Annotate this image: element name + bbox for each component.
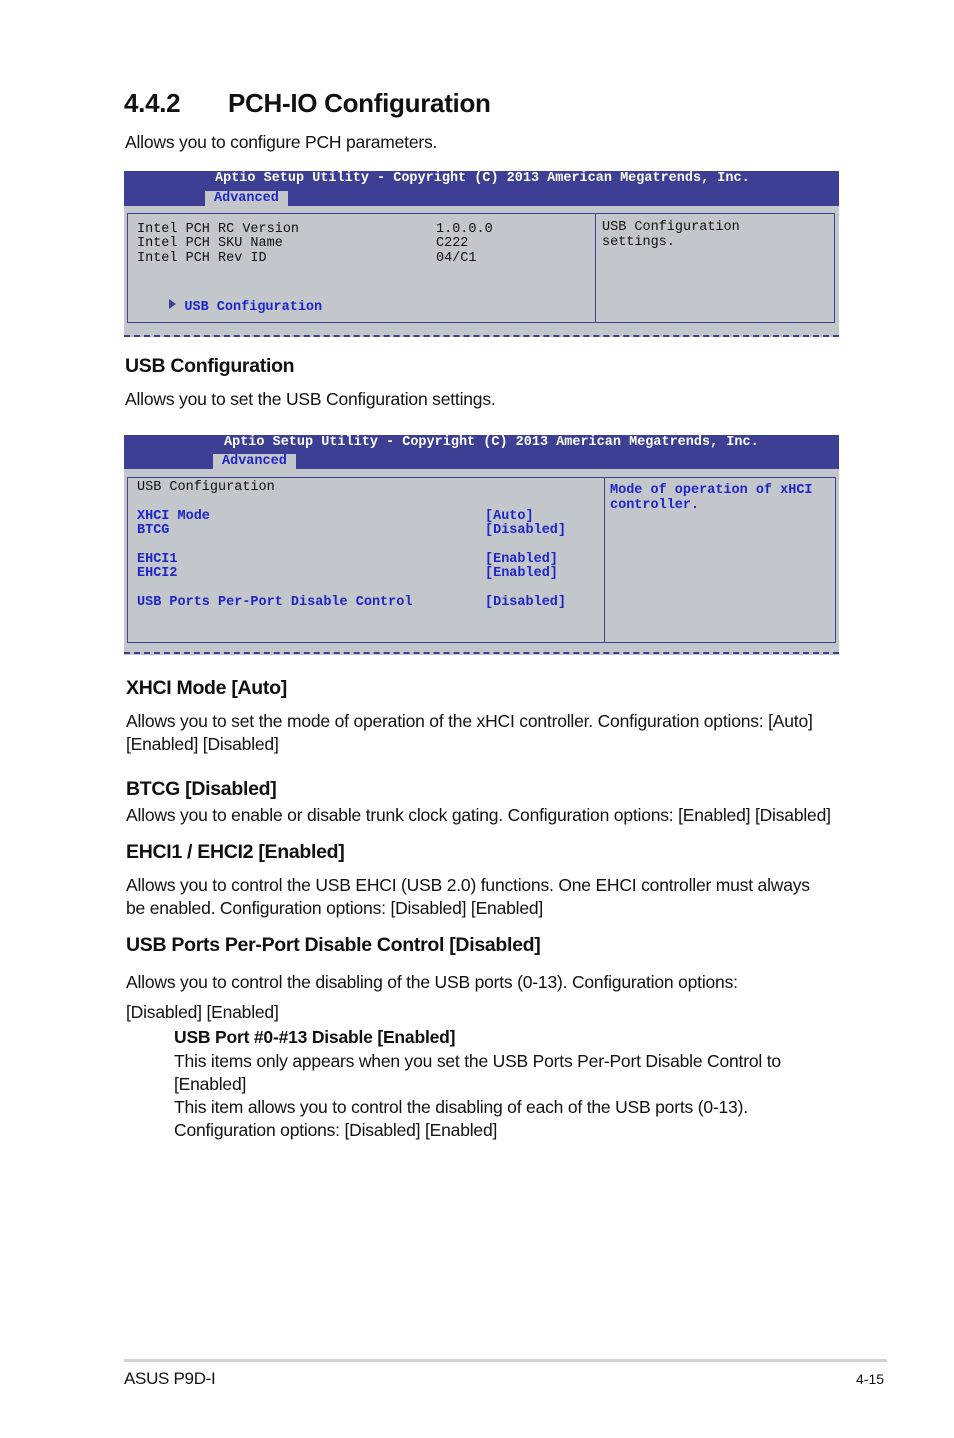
info-value: C222 xyxy=(436,236,469,251)
section-name: PCH-IO Configuration xyxy=(228,88,491,118)
usb-port-disable-heading: USB Port #0-#13 Disable [Enabled] xyxy=(174,1027,456,1047)
xhci-mode-heading: XHCI Mode [Auto] xyxy=(126,677,287,699)
bios-title: Aptio Setup Utility - Copyright (C) 2013… xyxy=(224,435,759,450)
bios-title: Aptio Setup Utility - Copyright (C) 2013… xyxy=(215,171,750,186)
setting-ehci2[interactable]: EHCI2 xyxy=(137,566,178,582)
tab-advanced[interactable]: Advanced xyxy=(205,191,288,206)
btcg-description: Allows you to enable or disable trunk cl… xyxy=(126,805,831,825)
ehci-heading: EHCI1 / EHCI2 [Enabled] xyxy=(126,841,345,863)
usb-config-description: Allows you to set the USB Configuration … xyxy=(125,389,496,409)
bios-dashed-divider xyxy=(124,652,839,654)
setting-usb-per-port-disable[interactable]: USB Ports Per-Port Disable Control xyxy=(137,595,412,611)
bios-title-bar: Aptio Setup Utility - Copyright (C) 2013… xyxy=(124,435,839,469)
setting-ehci2-value[interactable]: [Enabled] xyxy=(485,566,558,582)
footer-divider xyxy=(124,1359,887,1362)
setting-btcg-value[interactable]: [Disabled] xyxy=(485,523,566,539)
setting-usb-per-port-disable-value[interactable]: [Disabled] xyxy=(485,595,566,611)
bios-help-text: USB Configuration settings. xyxy=(602,220,740,250)
section-title: 4.4.2 PCH-IO Configuration xyxy=(124,88,491,119)
bios-title-bar: Aptio Setup Utility - Copyright (C) 2013… xyxy=(124,171,839,206)
usb-per-port-description: Allows you to control the disabling of t… xyxy=(126,972,738,1022)
bios-screen-pch-io: Aptio Setup Utility - Copyright (C) 2013… xyxy=(124,171,839,337)
section-intro: Allows you to configure PCH parameters. xyxy=(125,132,438,152)
section-number: 4.4.2 xyxy=(124,88,181,118)
bios-screen-usb-config: Aptio Setup Utility - Copyright (C) 2013… xyxy=(124,435,839,655)
bios-panel-divider xyxy=(595,214,596,322)
ehci-description: Allows you to control the USB EHCI (USB … xyxy=(126,875,810,918)
bios-page-header: USB Configuration xyxy=(137,480,275,495)
usb-config-heading: USB Configuration xyxy=(125,355,295,377)
bios-panel-divider xyxy=(604,478,605,642)
setting-btcg[interactable]: BTCG xyxy=(137,523,169,539)
xhci-mode-description: Allows you to set the mode of operation … xyxy=(126,711,813,754)
info-value: 04/C1 xyxy=(436,251,477,266)
submenu-usb-configuration[interactable]: USB Configuration xyxy=(137,284,322,330)
bios-dashed-divider xyxy=(124,335,839,337)
usb-per-port-heading: USB Ports Per-Port Disable Control [Disa… xyxy=(126,934,541,956)
tab-advanced[interactable]: Advanced xyxy=(213,454,296,469)
btcg-heading: BTCG [Disabled] xyxy=(126,778,277,800)
info-row: Intel PCH SKU Name xyxy=(137,236,283,251)
usb-port-disable-description: This items only appears when you set the… xyxy=(174,1051,781,1140)
bios-help-text: Mode of operation of xHCI controller. xyxy=(610,483,813,513)
footer-product: ASUS P9D-I xyxy=(124,1369,216,1388)
submenu-arrow-icon xyxy=(169,298,177,309)
footer-page-number: 4-15 xyxy=(856,1371,885,1387)
info-row: Intel PCH Rev ID xyxy=(137,251,267,266)
